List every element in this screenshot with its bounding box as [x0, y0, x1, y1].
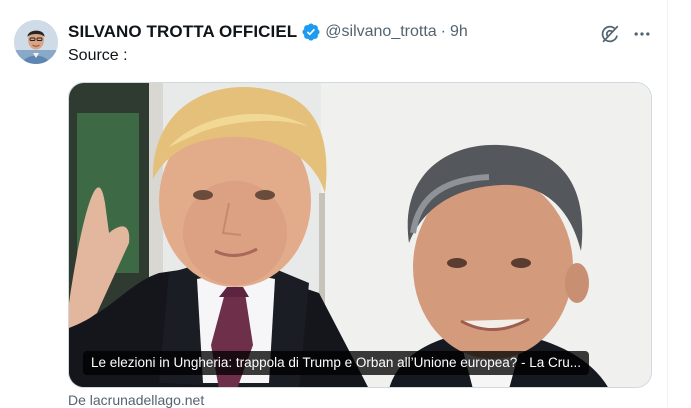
author-name[interactable]: SILVANO TROTTA OFFICIEL [68, 22, 297, 42]
avatar-image [14, 20, 58, 64]
tweet-header: SILVANO TROTTA OFFICIEL @silvano_trotta … [68, 20, 468, 44]
tweet-article[interactable]: SILVANO TROTTA OFFICIEL @silvano_trotta … [0, 0, 668, 408]
card-image [69, 83, 651, 387]
verified-badge-icon[interactable] [301, 22, 321, 42]
card-title[interactable]: Le elezioni in Ungheria: trappola di Tru… [83, 351, 590, 375]
more-options-icon[interactable] [628, 20, 656, 48]
grok-icon[interactable] [596, 20, 624, 48]
card-source-domain[interactable]: De lacrunadellago.net [68, 392, 204, 408]
avatar[interactable] [14, 20, 58, 64]
link-card[interactable]: Le elezioni in Ungheria: trappola di Tru… [68, 82, 652, 388]
timestamp[interactable]: 9h [450, 23, 468, 41]
separator-dot: · [440, 23, 446, 40]
tweet-text: Source : [68, 47, 128, 64]
author-handle[interactable]: @silvano_trotta [325, 23, 436, 41]
